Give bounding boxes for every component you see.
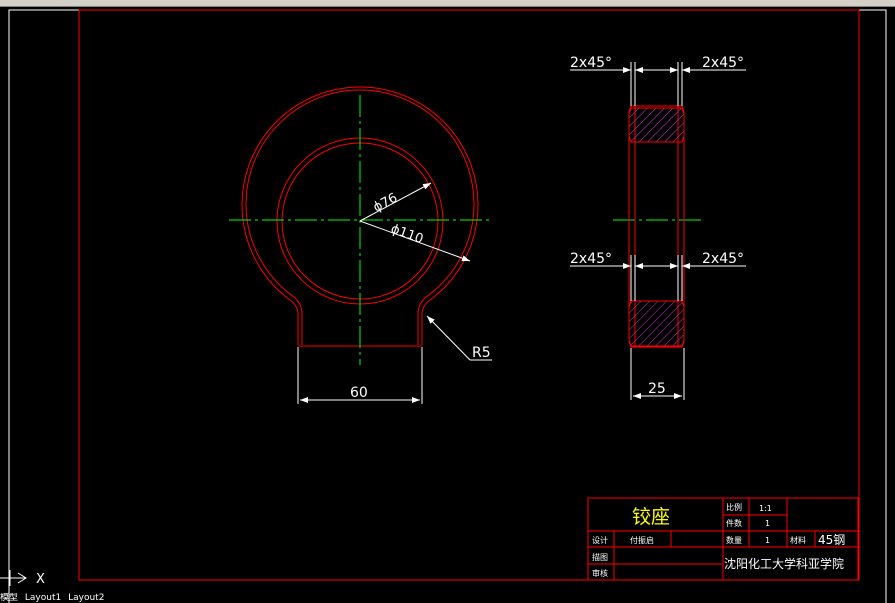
material-value: 45钢	[818, 533, 845, 547]
count-value: 1	[765, 519, 770, 528]
ucs-x-label: X	[36, 572, 45, 587]
radius-dimension-label: R5	[472, 345, 491, 361]
tab-layout1[interactable]: Layout1	[25, 593, 61, 603]
ucs-icon	[0, 570, 27, 586]
chamfer-top-left-label: 2x45°	[570, 55, 612, 71]
width-dimension-label: 60	[350, 385, 368, 401]
side-view	[628, 105, 685, 348]
layout-tabs: 模型 Layout1 Layout2	[0, 593, 300, 603]
material-label: 材料	[790, 535, 806, 545]
thickness-dimension-label: 25	[648, 381, 666, 397]
tab-layout2[interactable]: Layout2	[68, 593, 104, 603]
designer-name: 付振启	[630, 535, 654, 545]
chamfer-bottom-left-label: 2x45°	[570, 251, 612, 267]
drawing-frame	[8, 9, 887, 603]
outer-diameter-label: ϕ110	[389, 222, 426, 248]
quantity-label: 数量	[726, 535, 742, 545]
chamfer-bottom-right-label: 2x45°	[702, 251, 744, 267]
quantity-value: 1	[765, 536, 770, 545]
drawing-canvas[interactable]: ϕ76 ϕ110 60 R5 2x45° 2x45° 2x45° 2x45° 2…	[0, 0, 895, 603]
part-name: 铰座	[632, 506, 670, 528]
institution-name: 沈阳化工大学科亚学院	[724, 556, 844, 571]
draw-label: 描图	[592, 552, 608, 562]
review-label: 审核	[592, 568, 608, 578]
count-label: 件数	[726, 518, 742, 528]
front-dimensions	[297, 182, 492, 404]
chamfer-top-right-label: 2x45°	[702, 55, 744, 71]
tab-model[interactable]: 模型	[0, 593, 18, 603]
design-label: 设计	[592, 535, 608, 545]
scale-value: 1:1	[759, 504, 772, 513]
scale-label: 比例	[726, 502, 742, 512]
inner-diameter-label: ϕ76	[371, 190, 400, 215]
